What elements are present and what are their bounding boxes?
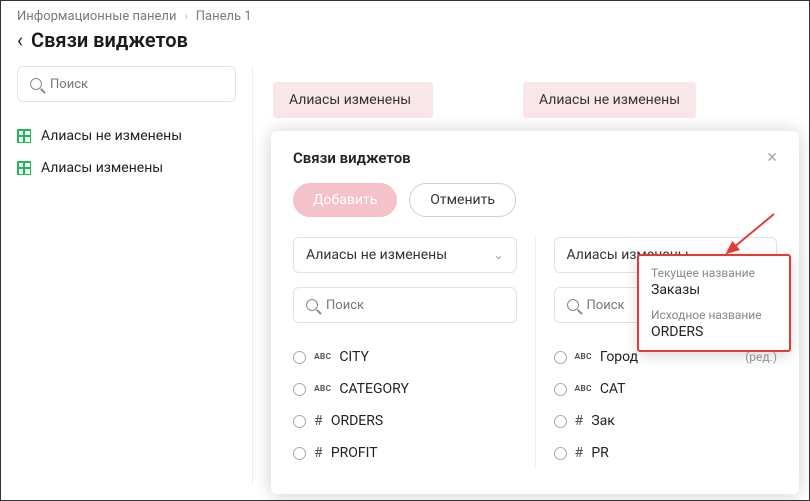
field-row[interactable]: ABC CAT (554, 373, 778, 405)
radio-icon[interactable] (554, 351, 567, 364)
type-abc-icon: ABC (314, 352, 331, 362)
dropdown-value: Алиасы не изменены (306, 247, 447, 263)
back-chevron-icon[interactable]: ‹ (17, 28, 23, 52)
radio-icon[interactable] (293, 447, 306, 460)
widget-pill[interactable]: Алиасы не изменены (523, 82, 696, 118)
sidebar-item[interactable]: Алиасы изменены (17, 152, 236, 184)
breadcrumb-root[interactable]: Информационные панели (17, 9, 176, 24)
left-search-input[interactable] (326, 298, 504, 313)
close-icon[interactable]: × (767, 149, 777, 167)
page-header: ‹ Связи виджетов (1, 26, 809, 66)
edited-tag: (ред.) (745, 350, 777, 364)
field-label: ORDERS (331, 413, 517, 429)
radio-icon[interactable] (554, 383, 567, 396)
add-button[interactable]: Добавить (293, 183, 397, 217)
tooltip-original-label: Исходное название (651, 308, 777, 322)
field-label: CITY (339, 349, 516, 365)
breadcrumb: Информационные панели › Панель 1 (1, 1, 809, 26)
grid-icon (17, 129, 31, 143)
radio-icon[interactable] (293, 351, 306, 364)
field-label: Зак (591, 413, 777, 429)
sidebar-item-label: Алиасы изменены (41, 160, 163, 176)
sidebar: Алиасы не изменены Алиасы изменены (1, 66, 253, 485)
field-label: PROFIT (331, 445, 517, 461)
sidebar-search-input[interactable] (50, 77, 223, 92)
sidebar-search[interactable] (17, 66, 236, 102)
type-number-icon: # (314, 413, 323, 429)
field-label: CAT (600, 381, 777, 397)
radio-icon[interactable] (293, 415, 306, 428)
field-label: PR (591, 445, 777, 461)
widget-pill[interactable]: Алиасы изменены (273, 82, 433, 118)
radio-icon[interactable] (554, 415, 567, 428)
sidebar-item-label: Алиасы не изменены (41, 128, 182, 144)
radio-icon[interactable] (293, 383, 306, 396)
search-icon (30, 78, 42, 90)
search-icon (306, 299, 318, 311)
dataset-dropdown-left[interactable]: Алиасы не изменены ⌄ (293, 237, 517, 273)
field-row[interactable]: # PR (554, 437, 778, 469)
cancel-button[interactable]: Отменить (409, 183, 516, 217)
field-row[interactable]: ABC CITY (293, 341, 517, 373)
tooltip-current-label: Текущее название (651, 266, 777, 280)
modal-title: Связи виджетов (293, 149, 411, 167)
field-row[interactable]: # ORDERS (293, 405, 517, 437)
modal-left-column: Алиасы не изменены ⌄ ABC CITY ABC CATEGO… (293, 237, 535, 469)
search-icon (567, 299, 579, 311)
left-search[interactable] (293, 287, 517, 323)
field-tooltip: Текущее название Заказы Исходное названи… (637, 254, 791, 352)
grid-icon (17, 161, 31, 175)
tooltip-original-value: ORDERS (651, 324, 777, 340)
type-number-icon: # (314, 445, 323, 461)
type-abc-icon: ABC (575, 352, 592, 362)
tooltip-current-value: Заказы (651, 282, 777, 298)
field-row[interactable]: # PROFIT (293, 437, 517, 469)
type-number-icon: # (575, 445, 584, 461)
radio-icon[interactable] (554, 447, 567, 460)
field-label: CATEGORY (339, 381, 516, 397)
type-abc-icon: ABC (575, 384, 592, 394)
breadcrumb-leaf[interactable]: Панель 1 (196, 9, 252, 24)
page-title: Связи виджетов (31, 28, 188, 52)
chevron-down-icon: ⌄ (493, 248, 503, 262)
field-row[interactable]: # Зак (554, 405, 778, 437)
field-row[interactable]: ABC CATEGORY (293, 373, 517, 405)
chevron-right-icon: › (184, 10, 187, 23)
type-abc-icon: ABC (314, 384, 331, 394)
sidebar-item[interactable]: Алиасы не изменены (17, 120, 236, 152)
type-number-icon: # (575, 413, 584, 429)
